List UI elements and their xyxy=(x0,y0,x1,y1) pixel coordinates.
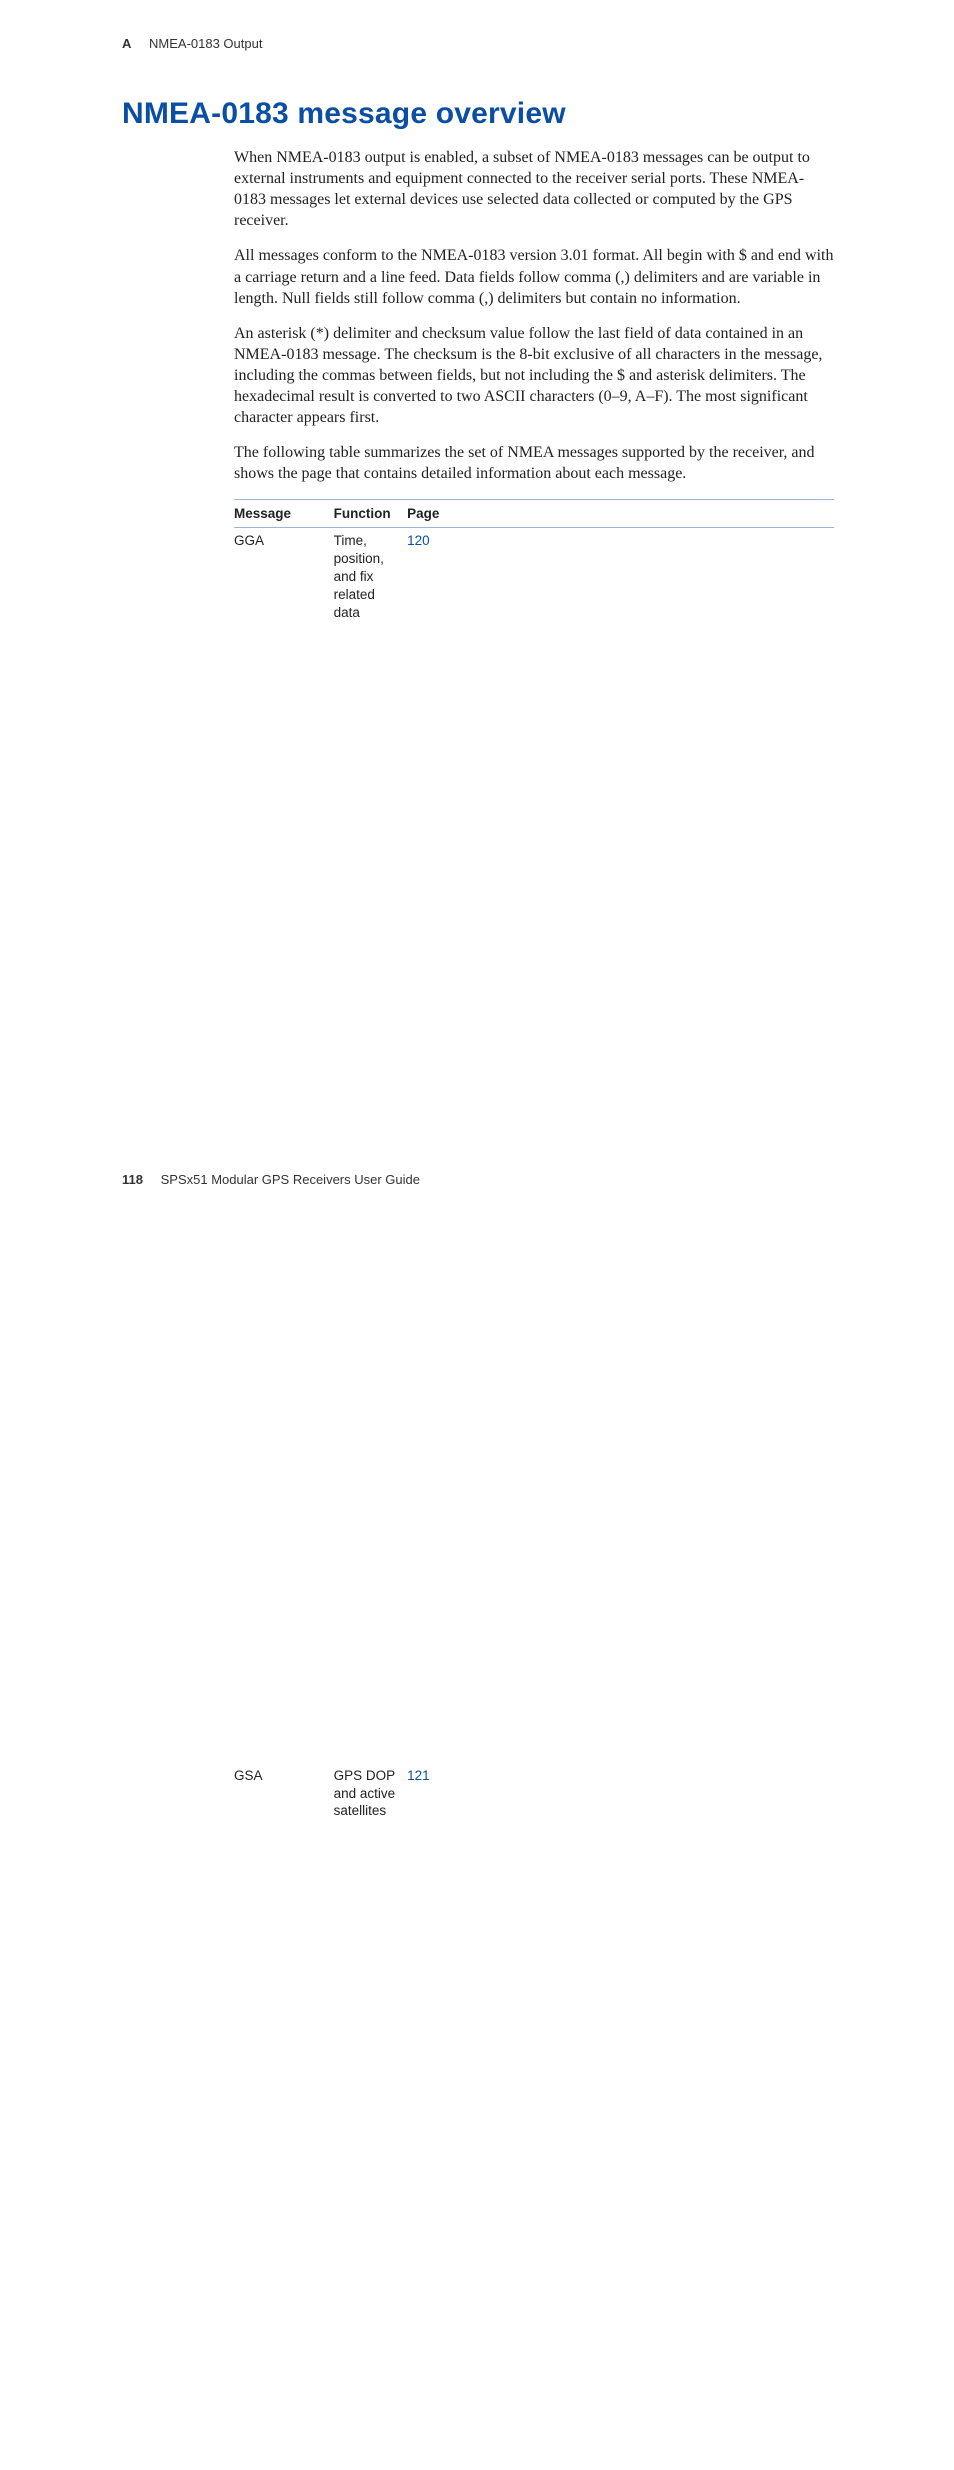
doc-title: SPSx51 Modular GPS Receivers User Guide xyxy=(161,1172,420,1187)
table-header-row: Message Function Page xyxy=(234,499,834,528)
running-header: A NMEA-0183 Output xyxy=(122,36,834,51)
table-row: GGA Time, position, and fix related data… xyxy=(234,528,834,1763)
cell-page: 120 xyxy=(407,528,834,1763)
th-message: Message xyxy=(234,499,334,528)
cell-page: 121 xyxy=(407,1763,834,2470)
page-title: NMEA-0183 message overview xyxy=(122,97,834,131)
page-number: 118 xyxy=(122,1172,143,1187)
th-function: Function xyxy=(334,499,408,528)
page: A NMEA-0183 Output NMEA-0183 message ove… xyxy=(0,0,954,1235)
body-content: When NMEA-0183 output is enabled, a subs… xyxy=(234,147,834,2470)
cell-message: GSA xyxy=(234,1763,334,2470)
paragraph: When NMEA-0183 output is enabled, a subs… xyxy=(234,147,834,231)
cell-function: Time, position, and fix related data xyxy=(334,528,408,1763)
message-table: Message Function Page GGA Time, position… xyxy=(234,499,834,2470)
cell-message: GGA xyxy=(234,528,334,1763)
page-footer: 118 SPSx51 Modular GPS Receivers User Gu… xyxy=(122,1172,420,1187)
table-row: GSA GPS DOP and active satellites 121 xyxy=(234,1763,834,2470)
paragraph: All messages conform to the NMEA-0183 ve… xyxy=(234,245,834,308)
page-link[interactable]: 121 xyxy=(407,1768,430,1783)
paragraph: An asterisk (*) delimiter and checksum v… xyxy=(234,323,834,429)
paragraph: The following table summarizes the set o… xyxy=(234,442,834,484)
cell-function: GPS DOP and active satellites xyxy=(334,1763,408,2470)
th-page: Page xyxy=(407,499,834,528)
appendix-letter: A xyxy=(122,36,131,51)
page-link[interactable]: 120 xyxy=(407,533,430,548)
section-name: NMEA-0183 Output xyxy=(149,36,262,51)
